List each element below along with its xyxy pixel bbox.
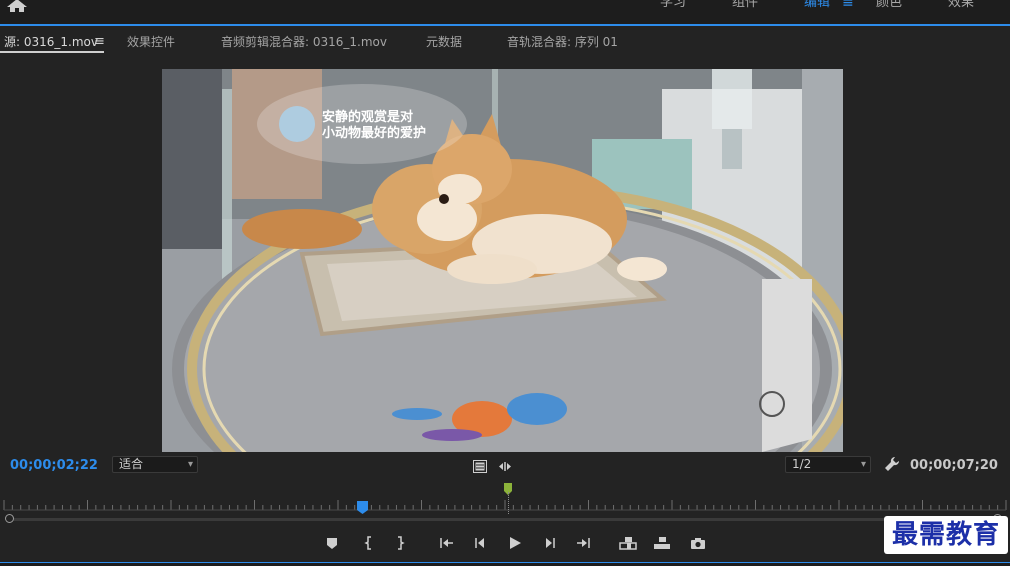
go-to-out-icon[interactable] bbox=[576, 535, 592, 549]
tab-metadata[interactable]: 元数据 bbox=[426, 34, 462, 50]
insert-icon[interactable] bbox=[619, 535, 637, 550]
wrench-icon[interactable] bbox=[884, 456, 900, 472]
overwrite-icon[interactable] bbox=[653, 535, 671, 549]
workspace-bar: 学习 组件 编辑 ≡ 颜色 效果 bbox=[0, 0, 1010, 26]
workspace-menu-icon[interactable]: ≡ bbox=[842, 0, 854, 11]
in-point-marker[interactable] bbox=[504, 480, 512, 495]
video-frame-image: 安静的观赏是对 小动物最好的爱护 bbox=[162, 69, 843, 452]
tab-source-monitor[interactable]: 源: 0316_1.mov bbox=[4, 34, 98, 50]
panel-bottom-border bbox=[0, 562, 1010, 566]
video-overlay-line1: 安静的观赏是对 bbox=[322, 109, 413, 125]
go-to-in-icon[interactable] bbox=[438, 535, 454, 549]
zoom-handle-left[interactable] bbox=[5, 514, 14, 523]
playback-resolution-select[interactable]: 1/2 ▾ bbox=[785, 456, 871, 473]
workspace-tab-color[interactable]: 颜色 bbox=[876, 0, 902, 12]
step-forward-icon[interactable] bbox=[542, 535, 558, 549]
chevron-down-icon: ▾ bbox=[860, 459, 866, 470]
chevron-down-icon: ▾ bbox=[187, 459, 193, 470]
panel-tab-bar: 源: 0316_1.mov 效果控件 音频剪辑混合器: 0316_1.mov 元… bbox=[0, 28, 1010, 56]
drag-video-icon[interactable] bbox=[498, 458, 512, 471]
safe-margins-icon[interactable] bbox=[473, 458, 487, 473]
tab-audio-track-mixer[interactable]: 音轨混合器: 序列 01 bbox=[507, 34, 618, 50]
zoom-scroll-bar[interactable] bbox=[8, 518, 1000, 521]
step-back-icon[interactable] bbox=[472, 535, 488, 549]
watermark-logo: 最需教育 bbox=[884, 516, 1008, 554]
current-timecode[interactable]: 00;00;02;22 bbox=[10, 458, 98, 473]
active-tab-indicator bbox=[0, 51, 104, 53]
duration-timecode: 00;00;07;20 bbox=[910, 458, 998, 473]
playback-resolution-value: 1/2 bbox=[792, 457, 812, 471]
playhead[interactable] bbox=[357, 499, 369, 514]
panel-menu-icon[interactable]: ≡ bbox=[94, 34, 105, 49]
play-icon[interactable] bbox=[507, 535, 523, 549]
workspace-tab-assembly[interactable]: 组件 bbox=[732, 0, 758, 12]
tab-effect-controls[interactable]: 效果控件 bbox=[127, 34, 175, 50]
zoom-level-value: 适合 bbox=[119, 457, 144, 471]
workspace-tab-editing[interactable]: 编辑 bbox=[804, 0, 830, 12]
source-monitor-viewer: 安静的观赏是对 小动物最好的爱护 bbox=[0, 56, 1010, 454]
zoom-level-select[interactable]: 适合 ▾ bbox=[112, 456, 198, 473]
mark-in-icon[interactable] bbox=[361, 535, 377, 550]
video-overlay-line2: 小动物最好的爱护 bbox=[322, 125, 426, 141]
workspace-tab-effects[interactable]: 效果 bbox=[948, 0, 974, 12]
workspace-tab-learn[interactable]: 学习 bbox=[660, 0, 686, 12]
in-point-line bbox=[508, 492, 509, 514]
video-frame[interactable]: 安静的观赏是对 小动物最好的爱护 bbox=[162, 69, 843, 452]
tab-audio-clip-mixer[interactable]: 音频剪辑混合器: 0316_1.mov bbox=[221, 34, 387, 50]
home-icon[interactable] bbox=[6, 0, 28, 14]
time-ruler[interactable] bbox=[0, 496, 1010, 516]
add-marker-icon[interactable] bbox=[324, 535, 340, 549]
mark-out-icon[interactable] bbox=[392, 535, 408, 550]
camera-icon[interactable] bbox=[690, 535, 706, 549]
